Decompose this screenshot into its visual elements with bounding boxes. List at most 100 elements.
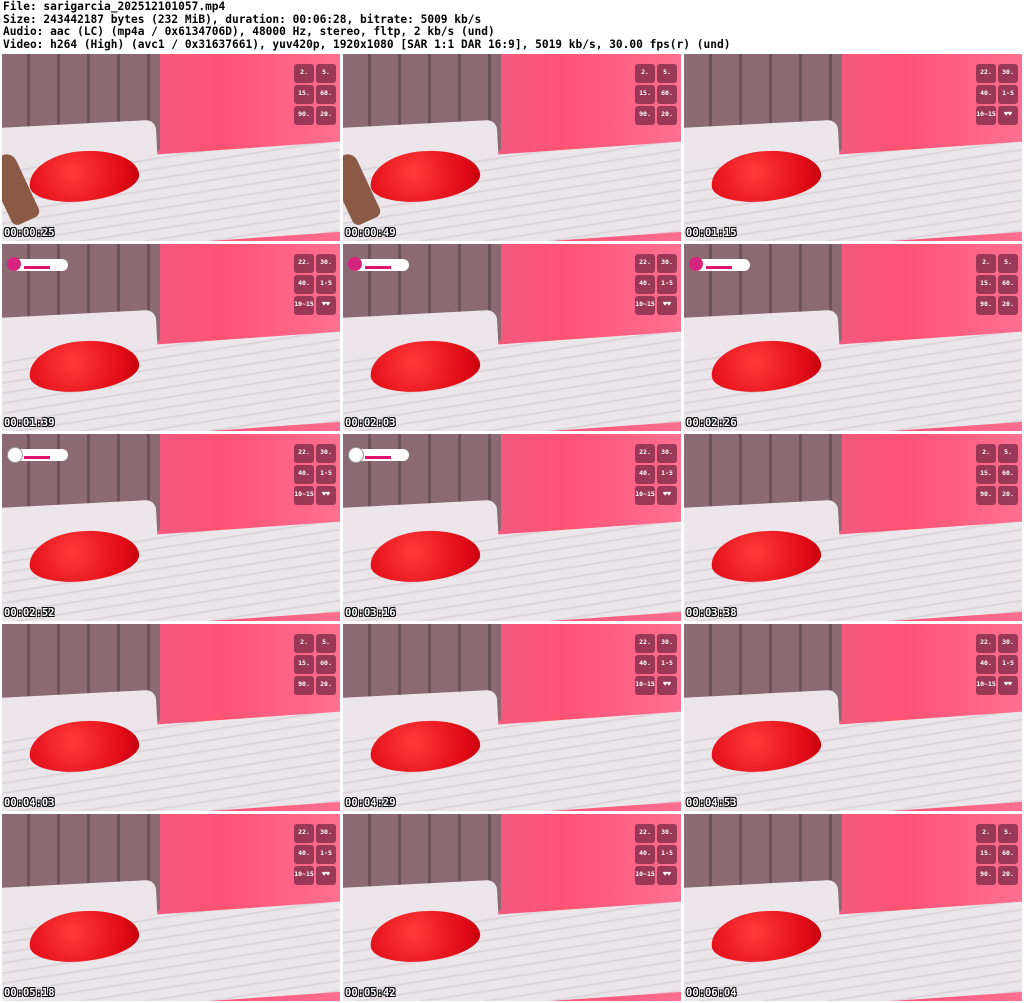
tip-item: 40. [635,275,655,294]
tip-item: 15. [976,845,996,864]
timestamp: 00:04:03 [4,797,55,809]
timestamp: 00:05:42 [345,987,396,999]
tip-item: 40. [635,845,655,864]
timestamp: 00:02:26 [686,417,737,429]
tip-item: 20. [998,486,1018,505]
tip-item: 30. [998,64,1018,83]
tip-menu: 22. 30. 40. 1-5 10~15 ♥♥ [294,254,336,315]
tip-item: 2. [635,64,655,83]
tip-item: 2. [294,634,314,653]
instagram-badge [348,257,409,271]
tip-item: 5. [998,254,1018,273]
tip-item: ♥♥ [998,676,1018,695]
tip-item: 1-5 [316,275,336,294]
tip-item: 30. [657,634,677,653]
x-badge [7,447,68,463]
tip-item: 40. [294,465,314,484]
timestamp: 00:01:39 [4,417,55,429]
tip-item: 22. [635,444,655,463]
tip-item: 10~15 [635,296,655,315]
tip-item: 1-5 [998,85,1018,104]
tip-item: 20. [657,106,677,125]
x-icon [7,447,23,463]
tip-item: 1-5 [657,845,677,864]
tip-item: 22. [294,254,314,273]
tip-item: 10~15 [635,486,655,505]
instagram-badge [689,257,750,271]
tip-item: 1-5 [657,655,677,674]
tip-menu: 2. 5. 15. 60. 90. 20. [294,64,336,125]
tip-item: 90. [976,486,996,505]
video-thumbnail: 2. 5. 15. 60. 90. 20. 00:03:38 [684,434,1022,621]
x-badge [348,447,409,463]
tip-menu: 2. 5. 15. 60. 90. 20. [976,444,1018,505]
tip-item: 30. [657,444,677,463]
video-thumbnail: 22. 30. 40. 1-5 10~15 ♥♥ 00:02:52 [2,434,340,621]
tip-item: 1-5 [657,465,677,484]
video-thumbnail: 22. 30. 40. 1-5 10~15 ♥♥ 00:01:15 [684,54,1022,241]
tip-menu: 22. 30. 40. 1-5 10~15 ♥♥ [635,254,677,315]
tip-item: 15. [294,655,314,674]
video-thumbnail: 22. 30. 40. 1-5 10~15 ♥♥ 00:03:16 [343,434,681,621]
tip-item: ♥♥ [657,866,677,885]
tip-item: ♥♥ [316,866,336,885]
video-thumbnail: 2. 5. 15. 60. 90. 20. 00:00:49 [343,54,681,241]
tip-menu: 22. 30. 40. 1-5 10~15 ♥♥ [294,824,336,885]
tip-item: 60. [316,655,336,674]
tip-item: 10~15 [976,676,996,695]
tip-menu: 22. 30. 40. 1-5 10~15 ♥♥ [976,64,1018,125]
tip-item: 5. [998,444,1018,463]
tip-item: 10~15 [294,866,314,885]
tip-item: 15. [976,275,996,294]
tip-menu: 22. 30. 40. 1-5 10~15 ♥♥ [976,634,1018,695]
tip-item: ♥♥ [998,106,1018,125]
video-thumbnail: 22. 30. 40. 1-5 10~15 ♥♥ 00:05:42 [343,814,681,1001]
tip-item: 22. [635,824,655,843]
video-thumbnail: 2. 5. 15. 60. 90. 20. 00:06:04 [684,814,1022,1001]
tip-menu: 2. 5. 15. 60. 90. 20. [635,64,677,125]
tip-item: 40. [635,655,655,674]
tip-item: ♥♥ [316,296,336,315]
timestamp: 00:00:25 [4,227,55,239]
tip-item: 40. [294,275,314,294]
tip-item: 2. [976,444,996,463]
tip-item: 5. [316,634,336,653]
tip-item: 30. [998,634,1018,653]
tip-item: ♥♥ [316,486,336,505]
instagram-badge [7,257,68,271]
tip-item: 90. [976,296,996,315]
tip-item: 30. [657,824,677,843]
timestamp: 00:03:16 [345,607,396,619]
tip-item: 15. [294,85,314,104]
tip-menu: 22. 30. 40. 1-5 10~15 ♥♥ [635,824,677,885]
tip-item: 60. [657,85,677,104]
tip-item: 22. [294,444,314,463]
tip-item: 1-5 [657,275,677,294]
tip-item: 40. [976,85,996,104]
timestamp: 00:04:29 [345,797,396,809]
instagram-icon [7,257,21,271]
tip-item: 30. [316,824,336,843]
tip-item: 22. [635,634,655,653]
tip-item: 90. [294,106,314,125]
instagram-icon [689,257,703,271]
timestamp: 00:02:03 [345,417,396,429]
tip-item: 22. [635,254,655,273]
tip-menu: 2. 5. 15. 60. 90. 20. [976,824,1018,885]
tip-item: 1-5 [316,845,336,864]
instagram-icon [348,257,362,271]
tip-item: 22. [976,634,996,653]
tip-item: ♥♥ [657,676,677,695]
timestamp: 00:02:52 [4,607,55,619]
tip-menu: 22. 30. 40. 1-5 10~15 ♥♥ [635,444,677,505]
video-line: Video: h264 (High) (avc1 / 0x31637661), … [3,37,731,51]
tip-item: 90. [976,866,996,885]
tip-item: 2. [976,254,996,273]
video-thumbnail: 22. 30. 40. 1-5 10~15 ♥♥ 00:01:39 [2,244,340,431]
video-thumbnail: 22. 30. 40. 1-5 10~15 ♥♥ 00:04:53 [684,624,1022,811]
tip-item: 90. [635,106,655,125]
tip-item: 40. [976,655,996,674]
tip-menu: 2. 5. 15. 60. 90. 20. [976,254,1018,315]
video-thumbnail: 22. 30. 40. 1-5 10~15 ♥♥ 00:04:29 [343,624,681,811]
tip-item: 22. [976,64,996,83]
